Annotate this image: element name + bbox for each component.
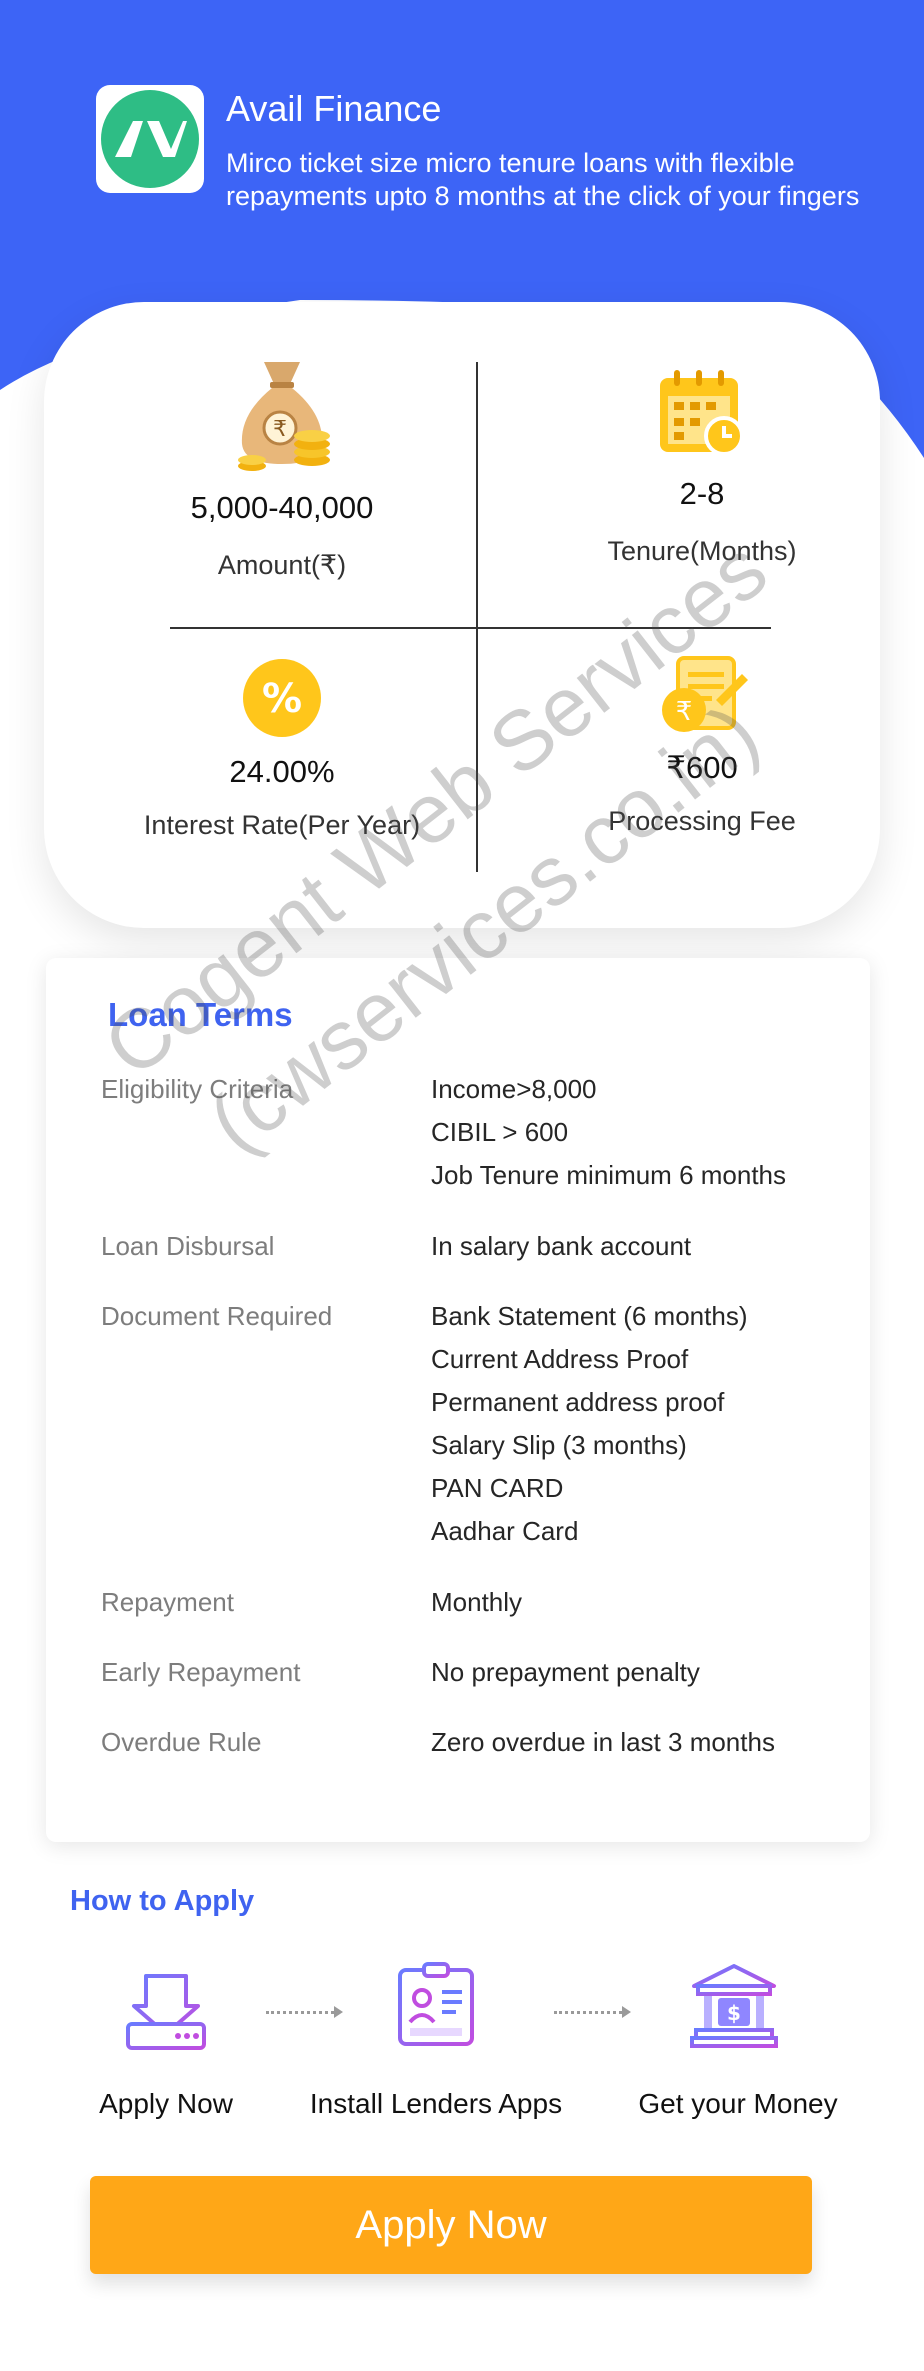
amount-value: 5,000-40,000 [190, 490, 374, 525]
step-connector-arrow [334, 2006, 343, 2018]
how-to-apply-title: How to Apply [70, 1885, 255, 1917]
step-label-apply: Apply Now [99, 2088, 233, 2119]
term-values: Zero overdue in last 3 months [431, 1721, 775, 1764]
apply-now-button[interactable]: Apply Now [90, 2176, 812, 2274]
step-label-install: Install Lenders Apps [309, 2088, 563, 2119]
term-value: No prepayment penalty [431, 1657, 700, 1687]
money-bag-icon: ₹ [238, 362, 330, 471]
term-values: Income>8,000 CIBIL > 600 Job Tenure mini… [431, 1068, 786, 1197]
svg-text:$: $ [727, 2001, 741, 2025]
tenure-value: 2-8 [679, 476, 725, 511]
svg-text:₹: ₹ [273, 417, 287, 442]
term-value: Bank Statement (6 months) [431, 1301, 748, 1331]
term-value: Job Tenure minimum 6 months [431, 1160, 787, 1190]
term-label: Repayment [101, 1587, 234, 1617]
step-connector-arrow [622, 2006, 631, 2018]
step-connector [554, 2011, 622, 2014]
av-logo-mark [115, 121, 187, 157]
term-value: Monthly [431, 1587, 523, 1617]
stat-amount: ₹ 5,000-40,000 Amount(₹) [112, 356, 452, 581]
term-label: Loan Disbursal [101, 1231, 275, 1261]
term-values: Monthly [431, 1581, 522, 1624]
step-label-money: Get your Money [638, 2088, 838, 2119]
term-values: No prepayment penalty [431, 1651, 700, 1694]
id-document-icon [398, 1962, 474, 2046]
term-value: Permanent address proof [431, 1387, 725, 1417]
amount-label: Amount(₹) [217, 550, 347, 580]
term-value: In salary bank account [431, 1231, 692, 1261]
app-description: Mirco ticket size micro tenure loans wit… [226, 148, 860, 211]
term-values: In salary bank account [431, 1225, 691, 1268]
term-label: Document Required [101, 1301, 333, 1331]
app-logo [96, 85, 204, 193]
loan-terms-card: Loan Terms Eligibility Criteria Income>8… [46, 958, 870, 1842]
app-title: Avail Finance [226, 88, 442, 129]
step-connector [266, 2011, 334, 2014]
percent-icon: % [243, 659, 321, 737]
term-label: Overdue Rule [101, 1727, 262, 1757]
term-values: Bank Statement (6 months) Current Addres… [431, 1295, 747, 1553]
term-value: Aadhar Card [431, 1516, 579, 1546]
calendar-clock-icon [660, 370, 744, 456]
svg-text:%: % [262, 676, 302, 722]
bank-icon: $ [690, 1964, 778, 2048]
term-value: Zero overdue in last 3 months [431, 1727, 775, 1757]
term-value: Salary Slip (3 months) [431, 1430, 687, 1460]
term-value: CIBIL > 600 [431, 1117, 569, 1147]
term-value: Income>8,000 [431, 1074, 597, 1104]
term-value: PAN CARD [431, 1473, 564, 1503]
term-value: Current Address Proof [431, 1344, 689, 1374]
term-label: Early Repayment [101, 1657, 301, 1687]
download-tray-icon [126, 1974, 206, 2050]
